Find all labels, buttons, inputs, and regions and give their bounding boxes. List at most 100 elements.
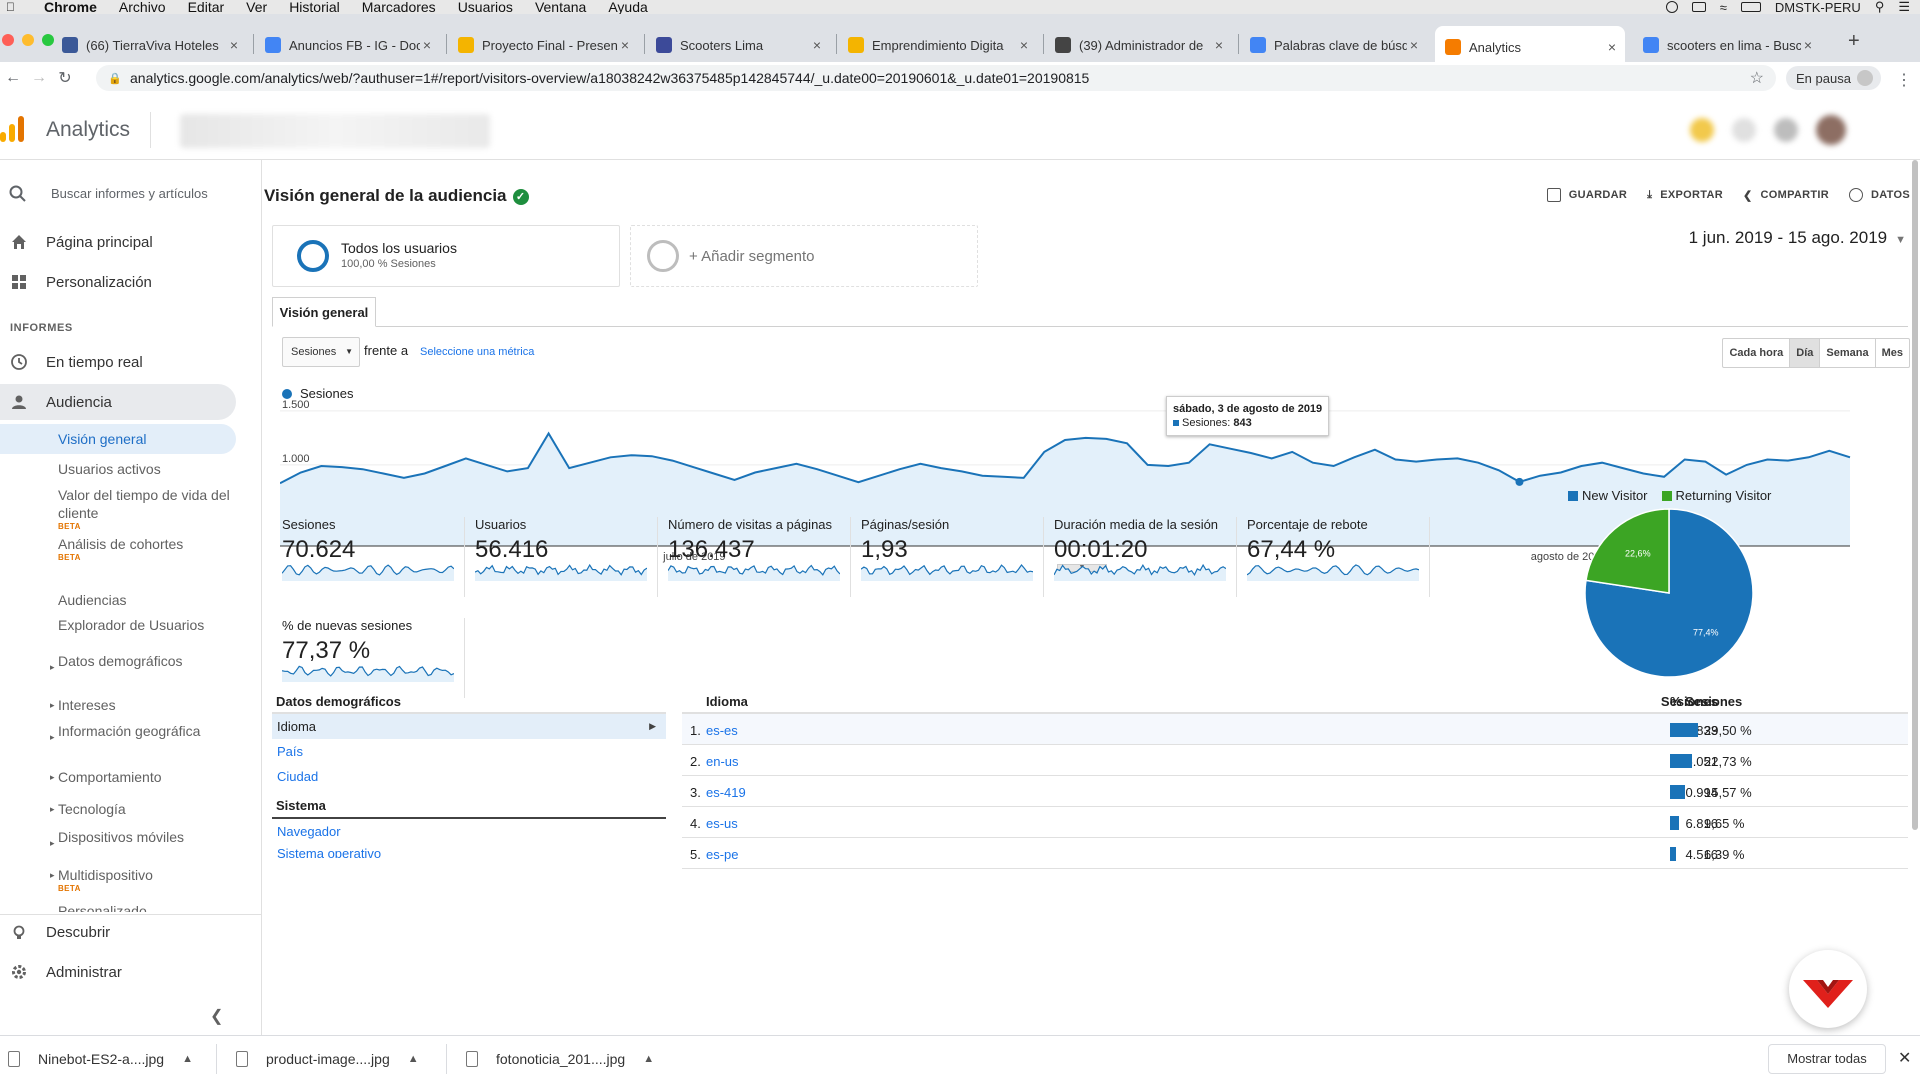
data-point[interactable] — [1515, 477, 1524, 486]
data-point[interactable] — [1063, 438, 1067, 442]
data-point[interactable] — [1373, 448, 1377, 452]
language-link[interactable]: es-us — [706, 816, 738, 831]
data-point[interactable] — [1683, 457, 1687, 461]
language-link[interactable]: es-419 — [706, 785, 746, 800]
minimize-window-button[interactable] — [22, 34, 34, 46]
ga-product-title[interactable]: Analytics — [46, 118, 130, 142]
spotlight-icon[interactable]: ⚲ — [1875, 0, 1885, 15]
menu-ver[interactable]: Ver — [246, 0, 267, 14]
collapse-sidebar-icon[interactable]: ❮ — [210, 1006, 223, 1026]
data-point[interactable] — [1848, 455, 1852, 459]
report-search[interactable]: Buscar informes y artículos — [0, 180, 262, 208]
tab-0[interactable]: (66) TierraViva Hoteles × — [52, 28, 247, 62]
bookmark-star-icon[interactable]: ☆ — [1750, 68, 1764, 88]
sidebar-item-mobile[interactable]: ▸ Dispositivos móviles — [50, 828, 248, 848]
chevron-up-icon[interactable]: ▲ — [643, 1053, 654, 1065]
close-window-button[interactable] — [2, 34, 14, 46]
data-point[interactable] — [1724, 473, 1728, 477]
menu-ayuda[interactable]: Ayuda — [608, 0, 647, 14]
tab-2[interactable]: Proyecto Final - Presen × — [448, 28, 638, 62]
sidebar-item-behavior[interactable]: ▸ Comportamiento — [50, 768, 248, 786]
granularity-option-2[interactable]: Semana — [1820, 339, 1876, 367]
data-point[interactable] — [1579, 464, 1583, 468]
page-scrollbar[interactable] — [1910, 160, 1920, 830]
chevron-up-icon[interactable]: ▲ — [182, 1053, 193, 1065]
kpi-tile[interactable]: Número de visitas a páginas 136.437 — [668, 517, 840, 597]
demographics-item-country[interactable]: País — [272, 739, 666, 764]
sidebar-item-realtime[interactable]: En tiempo real — [0, 344, 262, 380]
menu-archivo[interactable]: Archivo — [119, 0, 166, 14]
data-point[interactable] — [1600, 461, 1604, 465]
select-metric-link[interactable]: Seleccione una métrica — [420, 346, 534, 358]
sidebar-item-interests[interactable]: ▸ Intereses — [50, 696, 248, 714]
back-arrow-icon[interactable]: ← — [0, 69, 26, 87]
column-header-language[interactable]: Idioma — [706, 694, 748, 709]
sidebar-item-audiences[interactable]: Audiencias — [58, 591, 248, 609]
tab-close-icon[interactable]: × — [420, 37, 434, 53]
forward-arrow-icon[interactable]: → — [26, 69, 52, 87]
data-point[interactable] — [1559, 470, 1563, 474]
menu-app-name[interactable]: Chrome — [44, 0, 97, 14]
data-point[interactable] — [1208, 442, 1212, 446]
save-button[interactable]: GUARDAR — [1546, 188, 1627, 202]
data-point[interactable] — [1001, 475, 1005, 479]
kpi-tile[interactable]: % de nuevas sesiones 77,37 % — [282, 618, 454, 698]
sidebar-item-overview[interactable]: Visión general — [0, 424, 236, 454]
data-point[interactable] — [1249, 451, 1253, 455]
pie-legend-item[interactable]: Returning Visitor — [1661, 488, 1771, 503]
data-point[interactable] — [836, 474, 840, 478]
data-point[interactable] — [464, 456, 468, 460]
tab-close-icon[interactable]: × — [1801, 37, 1815, 53]
export-button[interactable]: ⤓ EXPORTAR — [1647, 188, 1723, 202]
chrome-menu-icon[interactable]: ⋮ — [1896, 70, 1912, 90]
data-point[interactable] — [340, 465, 344, 469]
sidebar-item-audience[interactable]: Audiencia — [0, 384, 236, 420]
data-point[interactable] — [856, 480, 860, 484]
data-point[interactable] — [1476, 461, 1480, 465]
apple-icon[interactable]:  — [6, 0, 20, 14]
system-item-os[interactable]: Sistema operativo — [272, 844, 666, 858]
data-point[interactable] — [1394, 457, 1398, 461]
menu-historial[interactable]: Historial — [289, 0, 340, 14]
data-point[interactable] — [1125, 441, 1129, 445]
data-point[interactable] — [629, 453, 633, 457]
address-bar[interactable]: 🔒 analytics.google.com/analytics/web/?au… — [96, 65, 1776, 91]
kpi-tile[interactable]: Páginas/sesión 1,93 — [861, 517, 1033, 597]
data-point[interactable] — [1662, 475, 1666, 479]
segment-all-users[interactable]: Todos los usuarios 100,00 % Sesiones — [272, 225, 620, 287]
data-point[interactable] — [319, 464, 323, 468]
data-point[interactable] — [1497, 468, 1501, 472]
data-point[interactable] — [1538, 474, 1542, 478]
tab-close-icon[interactable]: × — [1017, 37, 1031, 53]
menu-usuarios[interactable]: Usuarios — [458, 0, 513, 14]
data-point[interactable] — [898, 467, 902, 471]
tab-close-icon[interactable]: × — [1605, 39, 1619, 55]
share-button[interactable]: ❮ COMPARTIR — [1743, 188, 1829, 202]
sidebar-item-lifetime-value[interactable]: Valor del tiempo de vida del cliente BET… — [58, 486, 248, 531]
reload-icon[interactable]: ↻ — [52, 68, 78, 88]
menubar-user[interactable]: DMSTK-PERU — [1775, 0, 1861, 15]
data-point[interactable] — [732, 478, 736, 482]
download-item[interactable]: fotonoticia_201....jpg ▲ — [466, 1036, 654, 1080]
tab-close-icon[interactable]: × — [227, 37, 241, 53]
data-point[interactable] — [1332, 464, 1336, 468]
data-point[interactable] — [588, 461, 592, 465]
tab-5[interactable]: (39) Administrador de × — [1045, 28, 1232, 62]
show-all-downloads-button[interactable]: Mostrar todas — [1768, 1044, 1886, 1074]
kpi-tile[interactable]: Usuarios 56.416 — [475, 517, 647, 597]
data-point[interactable] — [1270, 456, 1274, 460]
profile-chip[interactable]: En pausa — [1786, 66, 1881, 90]
download-item[interactable]: product-image....jpg ▲ — [236, 1036, 419, 1080]
battery-icon[interactable] — [1740, 2, 1761, 12]
data-point[interactable] — [794, 462, 798, 466]
data-point[interactable] — [980, 474, 984, 478]
tab-overview[interactable]: Visión general — [272, 297, 376, 327]
granularity-option-3[interactable]: Mes — [1876, 339, 1909, 367]
data-point[interactable] — [381, 472, 385, 476]
data-point[interactable] — [691, 465, 695, 469]
data-point[interactable] — [1786, 459, 1790, 463]
granularity-option-1[interactable]: Día — [1790, 339, 1821, 367]
data-point[interactable] — [671, 459, 675, 463]
sidebar-item-active-users[interactable]: Usuarios activos — [58, 460, 248, 478]
data-point[interactable] — [1765, 457, 1769, 461]
